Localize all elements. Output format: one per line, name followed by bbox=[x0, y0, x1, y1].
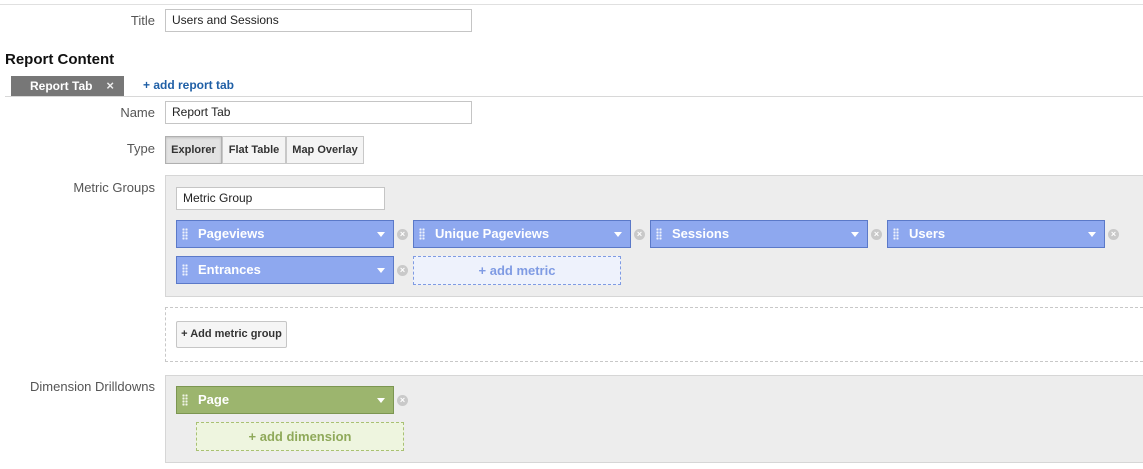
metric-chip-label: Users bbox=[909, 226, 946, 241]
caret-down-icon[interactable] bbox=[377, 268, 385, 273]
name-label: Name bbox=[120, 105, 155, 120]
remove-circle-icon[interactable]: × bbox=[397, 229, 408, 240]
title-label: Title bbox=[130, 13, 155, 28]
dimension-drilldowns-label: Dimension Drilldowns bbox=[30, 379, 155, 394]
grip-icon[interactable] bbox=[893, 228, 899, 240]
remove-circle-icon[interactable]: × bbox=[634, 229, 645, 240]
type-map-overlay-button[interactable]: Map Overlay bbox=[286, 136, 364, 164]
metric-chip-users[interactable]: Users bbox=[887, 220, 1105, 248]
metric-chip-entrances[interactable]: Entrances bbox=[176, 256, 394, 284]
add-report-tab-link[interactable]: + add report tab bbox=[143, 78, 234, 92]
add-dimension-button[interactable]: + add dimension bbox=[196, 422, 404, 451]
metric-group-name-input[interactable]: Metric Group bbox=[176, 187, 385, 210]
dimension-chip-page[interactable]: Page bbox=[176, 386, 394, 414]
add-metric-group-button[interactable]: + Add metric group bbox=[176, 321, 287, 348]
caret-down-icon[interactable] bbox=[851, 232, 859, 237]
caret-down-icon[interactable] bbox=[1088, 232, 1096, 237]
metric-chip-label: Unique Pageviews bbox=[435, 226, 550, 241]
caret-down-icon[interactable] bbox=[377, 232, 385, 237]
remove-circle-icon[interactable]: × bbox=[397, 265, 408, 276]
metric-chip-label: Entrances bbox=[198, 262, 261, 277]
tab-divider bbox=[5, 96, 1143, 97]
grip-icon[interactable] bbox=[656, 228, 662, 240]
metric-chip-label: Pageviews bbox=[198, 226, 265, 241]
report-content-heading: Report Content bbox=[5, 51, 115, 68]
caret-down-icon[interactable] bbox=[377, 398, 385, 403]
grip-icon[interactable] bbox=[182, 228, 188, 240]
add-metric-button[interactable]: + add metric bbox=[413, 256, 621, 285]
close-icon[interactable]: × bbox=[106, 76, 114, 96]
title-input[interactable]: Users and Sessions bbox=[165, 9, 472, 32]
type-explorer-button[interactable]: Explorer bbox=[165, 136, 222, 164]
remove-circle-icon[interactable]: × bbox=[1108, 229, 1119, 240]
metric-chip-sessions[interactable]: Sessions bbox=[650, 220, 868, 248]
add-metric-group-area bbox=[165, 307, 1143, 362]
name-input[interactable]: Report Tab bbox=[165, 101, 472, 124]
tab-report-tab[interactable]: Report Tab × bbox=[11, 76, 124, 96]
grip-icon[interactable] bbox=[419, 228, 425, 240]
grip-icon[interactable] bbox=[182, 264, 188, 276]
dimension-chip-label: Page bbox=[198, 392, 230, 407]
remove-circle-icon[interactable]: × bbox=[871, 229, 882, 240]
caret-down-icon[interactable] bbox=[614, 232, 622, 237]
metric-chip-pageviews[interactable]: Pageviews bbox=[176, 220, 394, 248]
type-label: Type bbox=[126, 141, 155, 156]
type-flat-table-button[interactable]: Flat Table bbox=[222, 136, 286, 164]
metric-chip-label: Sessions bbox=[672, 226, 730, 241]
top-divider bbox=[0, 4, 1143, 5]
grip-icon[interactable] bbox=[182, 394, 188, 406]
tab-label: Report Tab bbox=[30, 79, 93, 93]
metric-groups-label: Metric Groups bbox=[73, 180, 155, 195]
metric-chip-unique-pageviews[interactable]: Unique Pageviews bbox=[413, 220, 631, 248]
remove-circle-icon[interactable]: × bbox=[397, 395, 408, 406]
